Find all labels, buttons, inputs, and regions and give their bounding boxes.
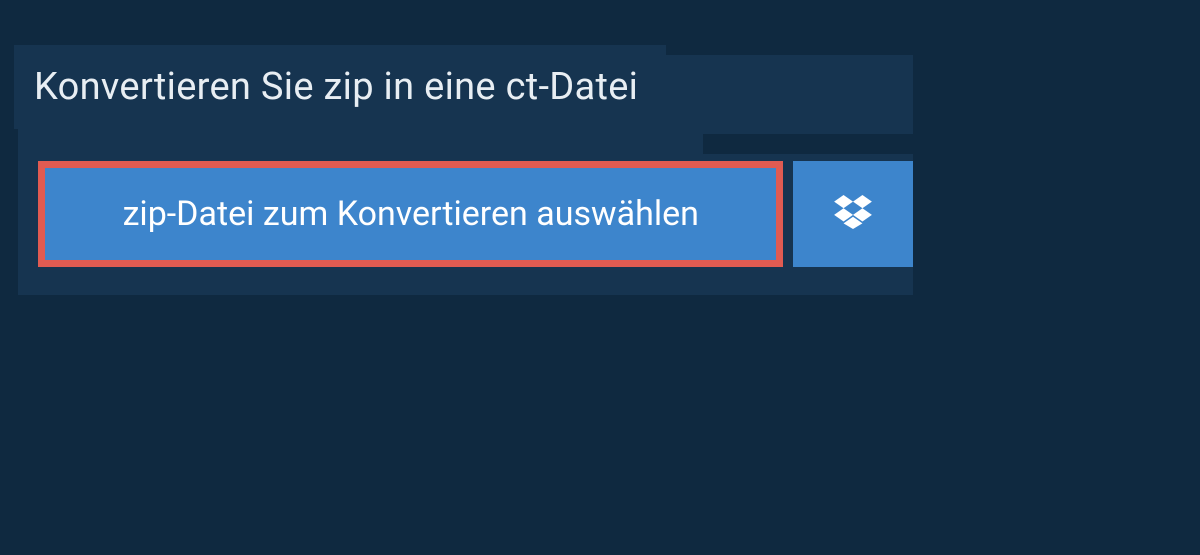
button-row: zip-Datei zum Konvertieren auswählen [38,161,913,267]
select-file-button[interactable]: zip-Datei zum Konvertieren auswählen [38,161,783,267]
dropbox-button[interactable] [793,161,913,267]
converter-panel: Konvertieren Sie zip in eine ct-Datei zi… [18,55,913,295]
dropbox-icon [834,195,872,233]
decorative-notch [703,134,913,154]
page-title: Konvertieren Sie zip in eine ct-Datei [34,65,638,109]
select-file-label: zip-Datei zum Konvertieren auswählen [123,194,699,234]
title-bar: Konvertieren Sie zip in eine ct-Datei [14,45,666,129]
